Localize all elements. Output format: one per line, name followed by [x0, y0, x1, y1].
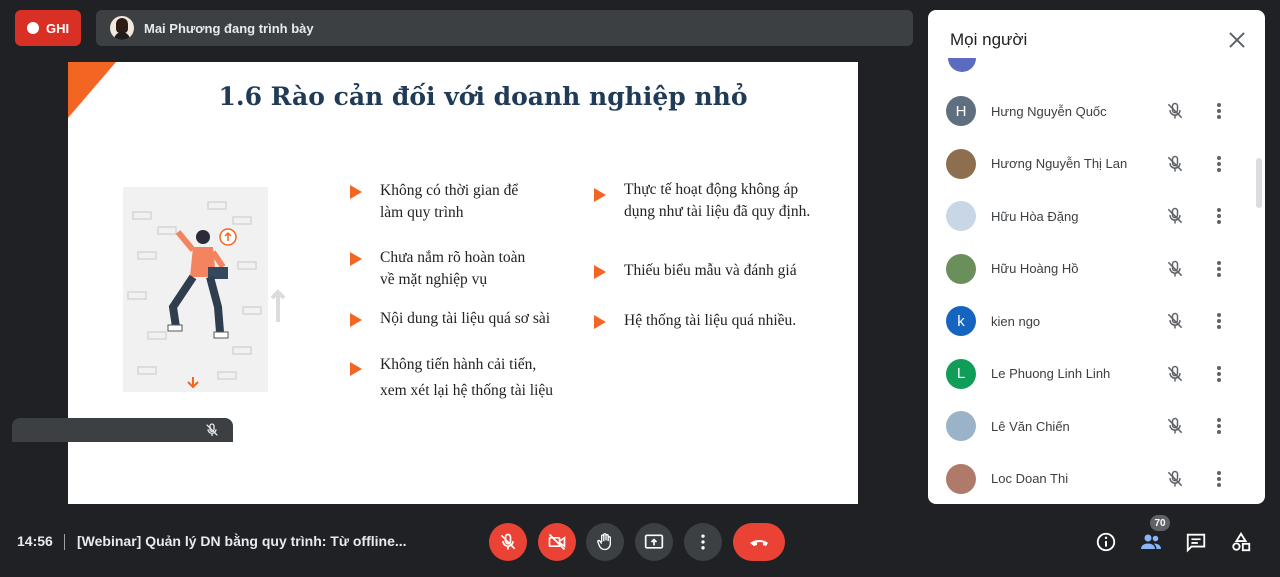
present-screen-button[interactable] — [635, 523, 673, 561]
slide-title: 1.6 Rào cản đối với doanh nghiệp nhỏ — [218, 82, 748, 111]
participant-row[interactable]: Hương Nguyễn Thị Lan — [928, 138, 1265, 191]
bullet-left-3: Nội dung tài liệu quá sơ sài — [350, 308, 550, 330]
mic-off-icon[interactable] — [1165, 154, 1185, 174]
hang-up-icon — [750, 540, 768, 546]
chat-icon — [1186, 533, 1206, 553]
climber-illustration — [123, 187, 286, 392]
participant-row[interactable]: Lê Văn Chiến — [928, 400, 1265, 453]
bullet-right-3: Hệ thống tài liệu quá nhiều. — [594, 310, 796, 332]
activities-icon — [1232, 532, 1251, 552]
camera-off-icon — [548, 533, 566, 551]
participant-name: Hưng Nguyễn Quốc — [991, 103, 1107, 119]
mic-off-icon[interactable] — [1165, 416, 1185, 436]
avatar — [946, 201, 976, 232]
mic-off-icon — [206, 423, 218, 436]
presenting-banner: Mai Phương đang trình bày — [96, 10, 913, 46]
triangle-bullet-icon — [350, 313, 362, 327]
participant-row[interactable]: L Le Phuong Linh Linh — [928, 348, 1265, 401]
bullet-left-4: Không tiến hành cải tiến, xem xét lại hệ… — [350, 352, 553, 404]
participant-row[interactable]: k kien ngo — [928, 295, 1265, 348]
avatar — [948, 58, 976, 72]
meeting-info-button[interactable] — [1094, 530, 1118, 554]
mic-off-icon[interactable] — [1165, 311, 1185, 331]
presenting-text: Mai Phương đang trình bày — [144, 20, 314, 36]
avatar: H — [946, 96, 976, 127]
avatar — [946, 148, 976, 179]
more-vert-icon[interactable] — [1215, 311, 1223, 331]
activities-button[interactable] — [1229, 530, 1253, 554]
more-vert-icon[interactable] — [1215, 206, 1223, 226]
bullet-right-2: Thiếu biểu mẫu và đánh giá — [594, 260, 797, 282]
avatar — [946, 253, 976, 284]
avatar: L — [946, 358, 976, 389]
raise-hand-button[interactable] — [586, 523, 624, 561]
participant-name: Hương Nguyễn Thị Lan — [991, 156, 1128, 172]
mic-off-icon — [500, 533, 516, 550]
more-vert-icon[interactable] — [1215, 469, 1223, 489]
mic-off-icon[interactable] — [1165, 364, 1185, 384]
close-icon[interactable] — [1225, 28, 1249, 52]
participant-name: Loc Doan Thi — [991, 471, 1069, 487]
clock: 14:56 — [17, 533, 53, 549]
chat-button[interactable] — [1184, 530, 1208, 554]
panel-title: Mọi người — [950, 30, 1028, 49]
participant-name: Le Phuong Linh Linh — [991, 366, 1111, 382]
triangle-bullet-icon — [350, 362, 362, 376]
bullet-left-2: Chưa nắm rõ hoàn toàn về mặt nghiệp vụ — [350, 247, 525, 291]
recording-badge: GHI — [15, 10, 81, 46]
self-video-tile[interactable] — [12, 418, 233, 442]
more-vert-icon[interactable] — [1215, 101, 1223, 121]
participant-name: Lê Văn Chiến — [991, 418, 1070, 434]
recording-label: GHI — [46, 20, 70, 36]
people-button[interactable] — [1139, 530, 1163, 554]
divider — [64, 534, 65, 550]
participant-row[interactable]: Hữu Hòa Đặng — [928, 190, 1265, 243]
camera-toggle-button[interactable] — [538, 523, 576, 561]
participant-name: kien ngo — [991, 313, 1041, 329]
bullet-right-1: Thực tế hoạt động không áp dụng như tài … — [594, 179, 810, 223]
participant-count-badge: 70 — [1150, 515, 1170, 531]
triangle-bullet-icon — [594, 265, 606, 279]
avatar — [946, 463, 976, 494]
triangle-bullet-icon — [594, 188, 606, 202]
mic-off-icon[interactable] — [1165, 469, 1185, 489]
more-vert-icon[interactable] — [1215, 154, 1223, 174]
hand-icon — [597, 533, 611, 551]
more-vert-icon — [701, 534, 705, 550]
mic-off-icon[interactable] — [1165, 101, 1185, 121]
triangle-bullet-icon — [350, 185, 362, 199]
mic-toggle-button[interactable] — [489, 523, 527, 561]
people-panel: Mọi người H Hưng Nguyễn Quốc Hương Nguyễn … — [928, 10, 1265, 504]
more-vert-icon[interactable] — [1215, 416, 1223, 436]
participant-name: Hữu Hòa Đặng — [991, 208, 1079, 224]
more-vert-icon[interactable] — [1215, 364, 1223, 384]
more-vert-icon[interactable] — [1215, 259, 1223, 279]
participant-list: H Hưng Nguyễn Quốc Hương Nguyễn Thị Lan Hữu… — [928, 85, 1265, 504]
avatar — [946, 411, 976, 442]
triangle-bullet-icon — [350, 252, 362, 266]
avatar: k — [946, 306, 976, 337]
record-dot-icon — [27, 22, 39, 34]
participant-row[interactable]: Loc Doan Thi — [928, 453, 1265, 505]
participant-row[interactable]: Hữu Hoàng Hồ — [928, 243, 1265, 296]
bullet-left-1: Không có thời gian để làm quy trình — [350, 180, 518, 224]
participant-row[interactable]: H Hưng Nguyễn Quốc — [928, 85, 1265, 138]
mic-off-icon[interactable] — [1165, 259, 1185, 279]
present-icon — [644, 534, 664, 549]
more-options-button[interactable] — [684, 523, 722, 561]
leave-call-button[interactable] — [733, 523, 785, 561]
presenter-avatar — [110, 16, 134, 40]
people-icon — [1141, 534, 1161, 549]
triangle-bullet-icon — [594, 315, 606, 329]
info-icon — [1096, 532, 1116, 552]
participant-name: Hữu Hoàng Hồ — [991, 261, 1079, 277]
mic-off-icon[interactable] — [1165, 206, 1185, 226]
meeting-title: [Webinar] Quản lý DN bằng quy trình: Từ … — [77, 533, 407, 549]
